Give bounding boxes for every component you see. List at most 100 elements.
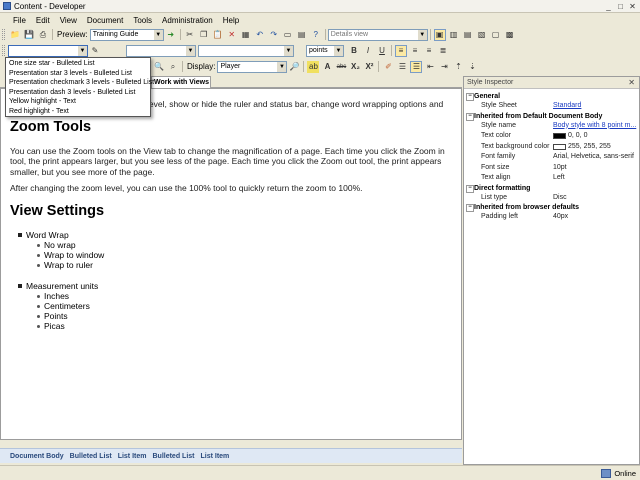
breadcrumb-item[interactable]: Bulleted List: [70, 453, 112, 460]
chevron-down-icon: ▼: [277, 61, 287, 72]
justify-icon[interactable]: ≣: [437, 45, 449, 57]
pane-layout-icon[interactable]: ▣: [433, 28, 446, 41]
font-select[interactable]: ▼: [126, 44, 196, 57]
frame-icon[interactable]: ▭: [282, 29, 294, 41]
subscript-button[interactable]: X₂: [349, 61, 361, 73]
numbered-list-icon[interactable]: ☰: [396, 61, 408, 73]
move-down-icon[interactable]: ⇣: [466, 61, 478, 73]
paste-icon[interactable]: 📋: [212, 29, 224, 41]
breadcrumb-item[interactable]: List Item: [201, 453, 230, 460]
zoom-icon[interactable]: 🔎: [288, 61, 300, 73]
print-icon[interactable]: ⎙: [37, 29, 49, 41]
style-option[interactable]: Presentation dash 3 levels - Bulleted Li…: [6, 88, 150, 98]
property-value: 40px: [553, 212, 639, 223]
inspector-row: Text background color 255, 255, 255: [464, 142, 639, 153]
tab-work-with-views[interactable]: Work with Views: [151, 76, 211, 88]
pane-left-icon[interactable]: ▧: [476, 29, 488, 41]
align-center-icon[interactable]: ≡: [409, 45, 421, 57]
property-value-text: 40px: [553, 213, 569, 220]
property-link[interactable]: Standard: [553, 101, 639, 112]
maximize-icon[interactable]: □: [616, 2, 625, 11]
property-value-text: Body style with 8 point m...: [553, 121, 637, 129]
find-replace-icon[interactable]: ⌕: [167, 61, 179, 73]
menu-bar: File Edit View Document Tools Administra…: [0, 13, 640, 27]
move-up-icon[interactable]: ⇡: [452, 61, 464, 73]
help-icon[interactable]: ?: [310, 29, 322, 41]
property-name: List type: [481, 193, 508, 201]
style-select[interactable]: ▼: [8, 44, 88, 57]
chevron-down-icon: ▼: [153, 29, 163, 40]
cut-icon[interactable]: ✂: [184, 29, 196, 41]
style-option[interactable]: Presentation star 3 levels - Bulleted Li…: [6, 69, 150, 79]
menu-administration[interactable]: Administration: [157, 16, 218, 25]
display-label: Display:: [187, 62, 216, 71]
pane-split-icon[interactable]: ▥: [448, 29, 460, 41]
panel-title: Style Inspector: [467, 79, 514, 86]
pane-top-icon[interactable]: ▤: [462, 29, 474, 41]
breadcrumb-item[interactable]: Document Body: [10, 453, 64, 460]
copy-icon[interactable]: ❐: [198, 29, 210, 41]
units-select[interactable]: points ▼: [306, 44, 344, 57]
find-icon[interactable]: 🔍: [153, 61, 165, 73]
style-option[interactable]: Yellow highlight - Text: [6, 97, 150, 107]
layout-icon[interactable]: ▤: [296, 29, 308, 41]
pane-alt-icon[interactable]: ▩: [504, 29, 516, 41]
align-left-icon[interactable]: ≡: [395, 44, 407, 57]
document-editor[interactable]: level, show or hide the ruler and status…: [0, 88, 462, 440]
style-option[interactable]: Red highlight - Text: [6, 107, 150, 117]
style-dropdown-list: One size star - Bulleted List Presentati…: [5, 57, 154, 117]
menu-view[interactable]: View: [55, 16, 82, 25]
style-option[interactable]: Presentation checkmark 3 levels - Bullet…: [6, 78, 154, 88]
eraser-icon[interactable]: ✐: [382, 61, 394, 73]
menu-tools[interactable]: Tools: [128, 16, 157, 25]
preview-select[interactable]: Training Guide ▼: [89, 28, 164, 41]
undo-icon[interactable]: ↶: [254, 29, 266, 41]
superscript-button[interactable]: X²: [363, 61, 375, 73]
style-option[interactable]: One size star - Bulleted List: [6, 59, 150, 69]
open-icon[interactable]: 📁: [9, 29, 21, 41]
underline-button[interactable]: U: [376, 45, 388, 57]
property-name: Style name: [481, 121, 517, 129]
align-right-icon[interactable]: ≡: [423, 45, 435, 57]
inspector-section-header[interactable]: Inherited from browser defaults: [464, 203, 639, 212]
inspector-section-header[interactable]: Direct formatting: [464, 184, 639, 193]
font-color-icon[interactable]: A: [321, 61, 333, 73]
property-link[interactable]: Body style with 8 point m...: [553, 121, 639, 132]
style-edit-icon[interactable]: ✎: [89, 45, 101, 57]
table-icon[interactable]: ▦: [240, 29, 252, 41]
bulleted-list-icon[interactable]: ☰: [410, 60, 423, 73]
breadcrumb-item[interactable]: Bulleted List: [152, 453, 194, 460]
menu-edit[interactable]: Edit: [31, 16, 55, 25]
redo-icon[interactable]: ↷: [268, 29, 280, 41]
close-icon[interactable]: ✕: [628, 2, 637, 11]
outdent-icon[interactable]: ⇤: [424, 61, 436, 73]
inspector-row: Padding left 40px: [464, 212, 639, 223]
property-value-text: 0, 0, 0: [568, 132, 588, 139]
minimize-icon[interactable]: _: [604, 2, 613, 11]
close-icon[interactable]: ✕: [628, 78, 635, 87]
view-select[interactable]: Details view ▼: [327, 28, 428, 41]
pane-full-icon[interactable]: ▢: [490, 29, 502, 41]
inspector-section-header[interactable]: Inherited from Default Document Body: [464, 112, 639, 121]
display-select[interactable]: Player ▼: [217, 60, 288, 73]
delete-icon[interactable]: ✕: [226, 29, 238, 41]
color-swatch: [553, 143, 566, 150]
highlight-icon[interactable]: ab: [307, 60, 320, 73]
chevron-down-icon: ▼: [334, 45, 343, 56]
property-value: 255, 255, 255: [553, 142, 639, 153]
size-select[interactable]: ▼: [198, 44, 294, 57]
italic-button[interactable]: I: [362, 45, 374, 57]
menu-document[interactable]: Document: [82, 16, 128, 25]
save-icon[interactable]: 💾: [23, 29, 35, 41]
menu-help[interactable]: Help: [218, 16, 244, 25]
window-title: Content - Developer: [14, 1, 86, 11]
strikethrough-button[interactable]: abc: [335, 61, 347, 73]
zoom-paragraph-2: After changing the zoom level, you can u…: [10, 183, 363, 193]
inspector-section-header[interactable]: General: [464, 92, 639, 101]
breadcrumb-item[interactable]: List Item: [118, 453, 147, 460]
bold-button[interactable]: B: [348, 45, 360, 57]
indent-icon[interactable]: ⇥: [438, 61, 450, 73]
go-icon[interactable]: ➜: [165, 29, 177, 41]
status-text: Online: [614, 468, 636, 478]
menu-file[interactable]: File: [8, 16, 31, 25]
